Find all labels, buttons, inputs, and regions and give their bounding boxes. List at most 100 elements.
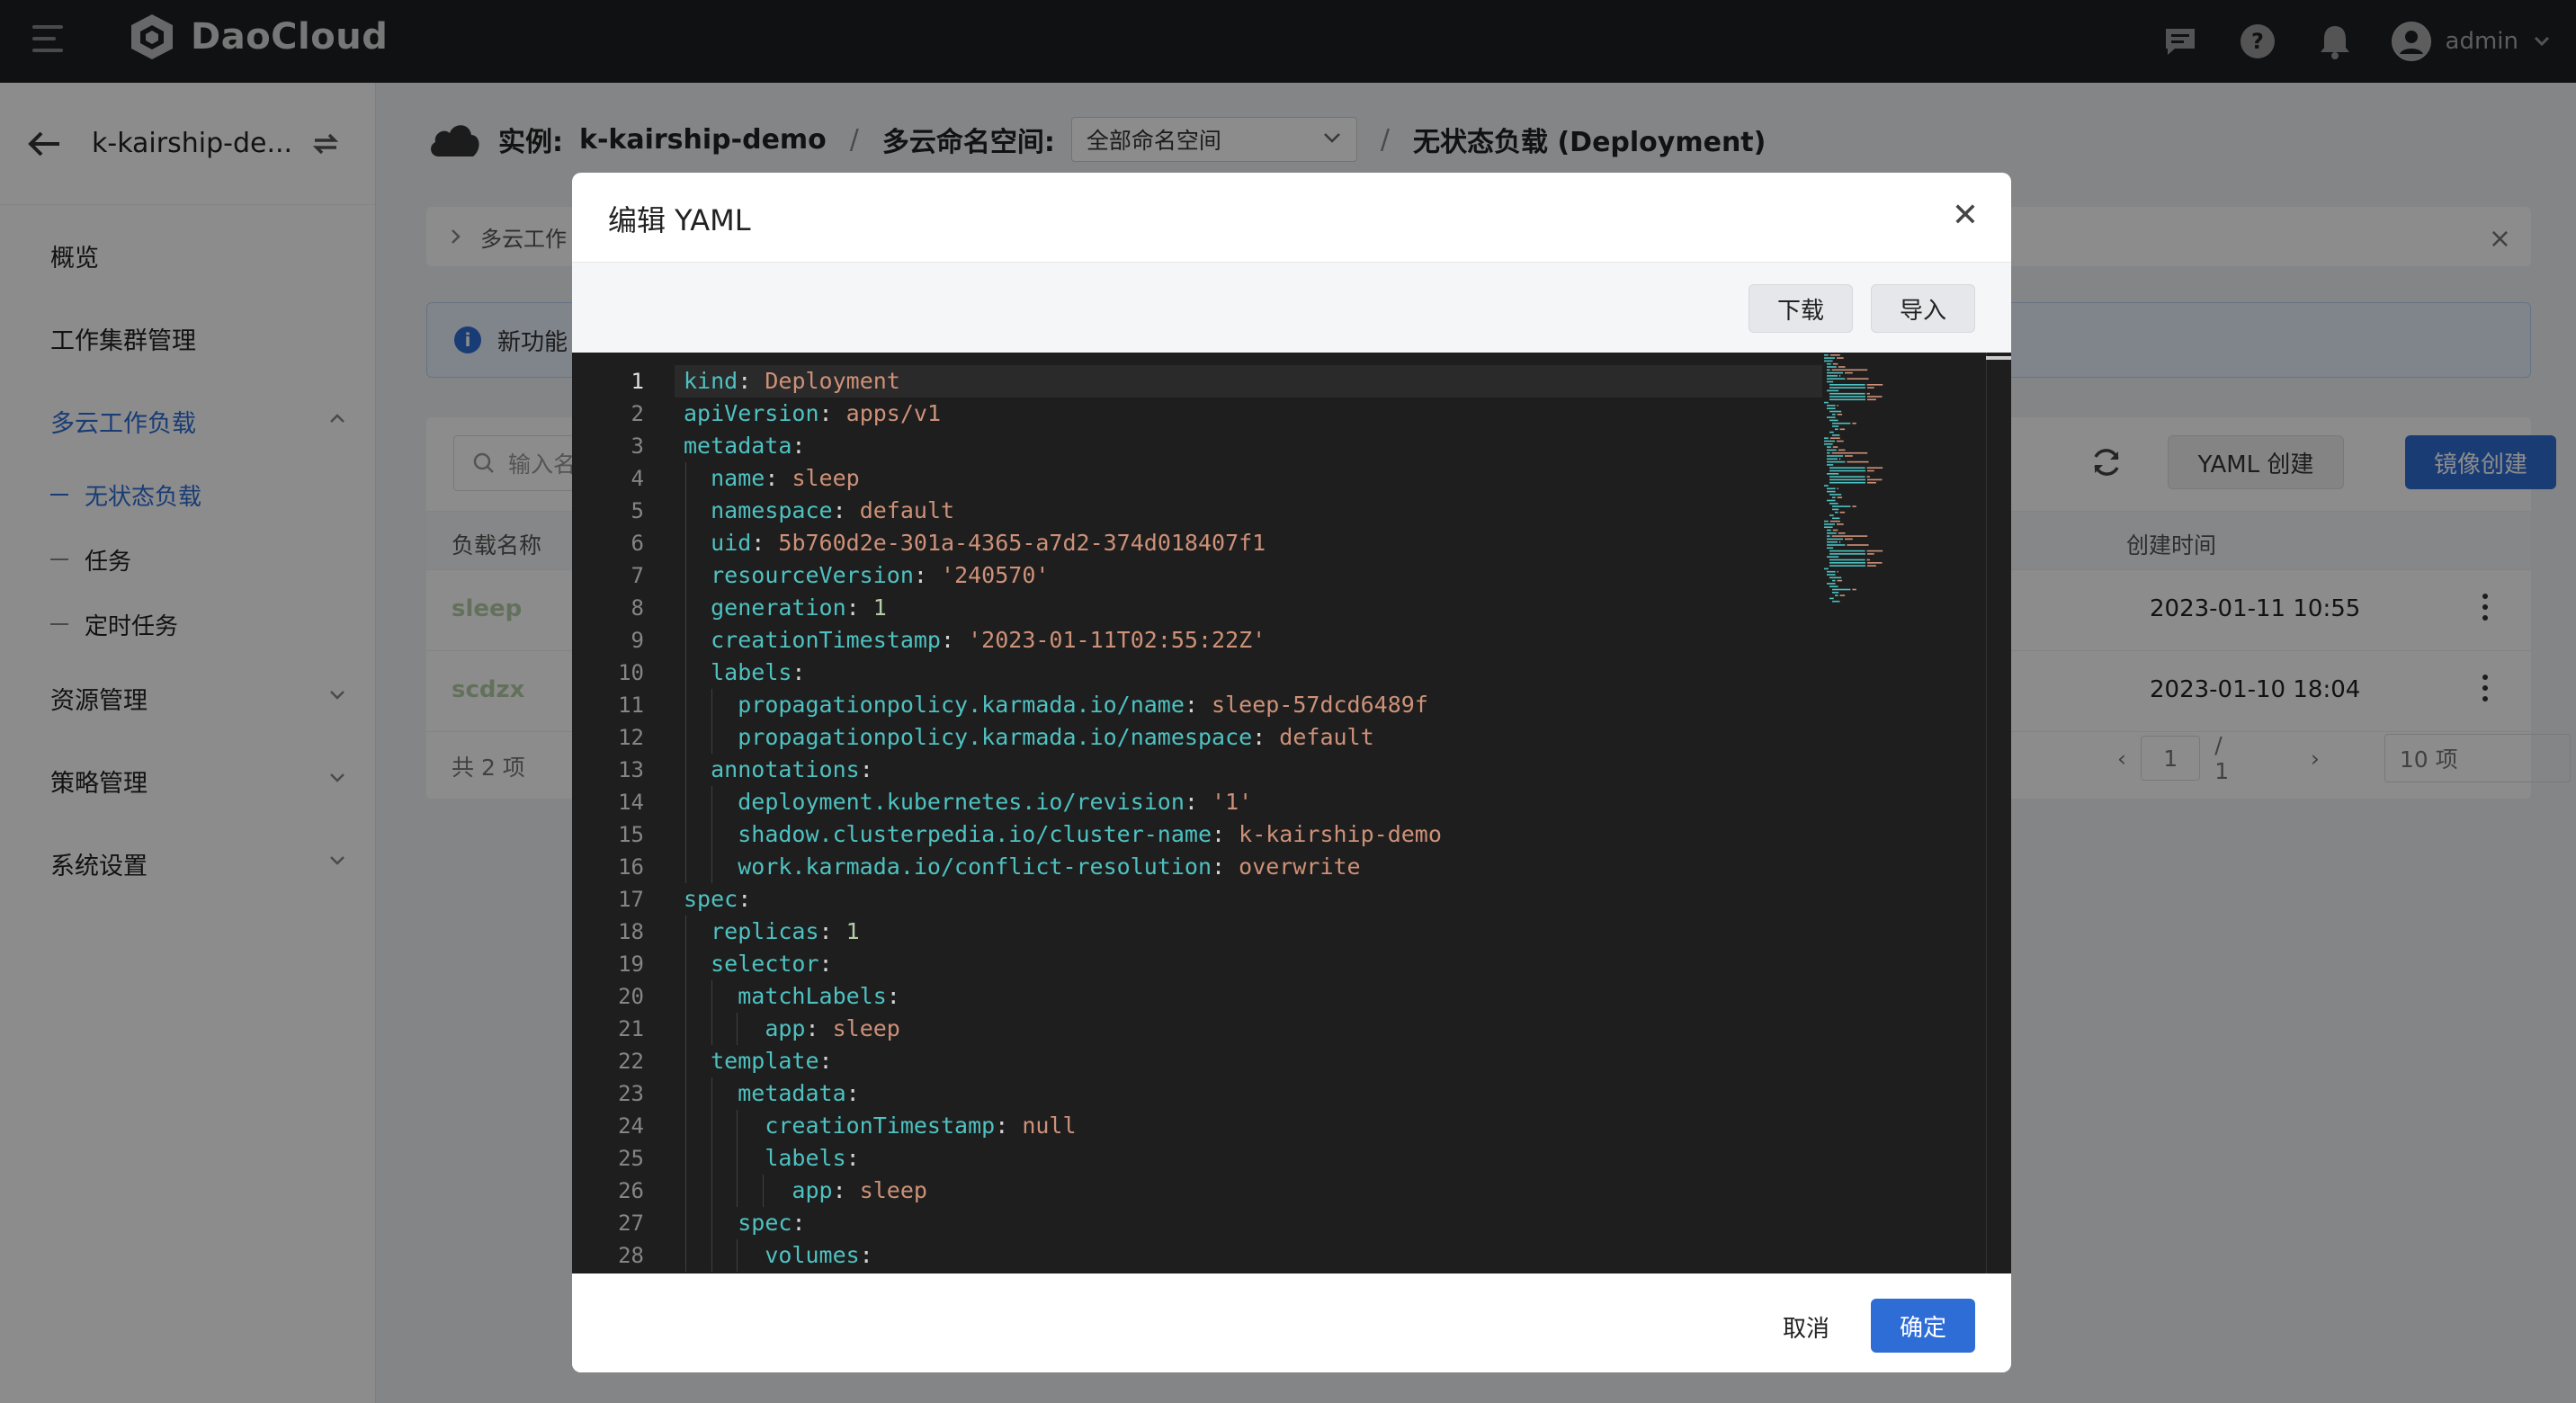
yaml-key: annotations [711,756,860,782]
line-number: 11 [618,693,644,718]
download-button[interactable]: 下载 [1749,284,1853,333]
code-line[interactable]: spec: [684,883,1943,916]
yaml-key: selector [711,951,819,977]
yaml-key: shadow.clusterpedia.io/cluster-name [738,821,1212,847]
line-number: 10 [618,660,644,685]
line-number: 9 [631,628,644,653]
line-number: 27 [618,1211,644,1236]
yaml-value: '2023-01-11T02:55:22Z' [968,627,1266,653]
line-number: 2 [631,401,644,426]
code-line[interactable]: shadow.clusterpedia.io/cluster-name: k-k… [684,818,1943,851]
code-line[interactable]: kind: Deployment [675,365,1822,398]
yaml-key: generation [711,594,846,621]
close-icon[interactable]: ✕ [1952,200,1979,232]
line-number: 19 [618,952,644,977]
code-line[interactable]: labels: [684,657,1943,689]
yaml-value: overwrite [1239,853,1361,880]
modal-title: 编辑 YAML [608,203,751,237]
yaml-value: apps/v1 [845,400,941,426]
code-line[interactable]: work.karmada.io/conflict-resolution: ove… [684,851,1943,883]
code-line[interactable]: generation: 1 [684,592,1943,624]
edit-yaml-modal: 编辑 YAML ✕ 下载 导入 1 2 3 4 5 6 7 8 9 10 11 12 13 14 15 16 1… [572,173,2011,1372]
yaml-key: creationTimestamp [765,1113,996,1139]
yaml-key: propagationpolicy.karmada.io/name [738,692,1185,718]
code-line[interactable]: uid: 5b760d2e-301a-4365-a7d2-374d018407f… [684,527,1943,559]
line-number: 8 [631,595,644,621]
code-line[interactable]: matchLabels: [684,980,1943,1013]
code-line[interactable]: propagationpolicy.karmada.io/name: sleep… [684,689,1943,721]
code-line[interactable]: propagationpolicy.karmada.io/namespace: … [684,721,1943,754]
modal-toolbar: 下载 导入 [572,263,2011,353]
code-area[interactable]: kind: Deployment apiVersion: apps/v1 metad… [675,365,1943,1272]
yaml-key: volumes [765,1242,860,1268]
yaml-value: default [1279,724,1374,750]
yaml-key: spec [684,886,738,912]
yaml-key: creationTimestamp [711,627,941,653]
line-number: 26 [618,1178,644,1203]
code-line[interactable]: app: sleep [684,1013,1943,1045]
line-number-gutter: 1 2 3 4 5 6 7 8 9 10 11 12 13 14 15 16 17 18 19 20 21 22 23 24 2… [572,365,644,1272]
yaml-value: 5b760d2e-301a-4365-a7d2-374d018407f1 [778,530,1266,556]
code-line[interactable]: resourceVersion: '240570' [684,559,1943,592]
code-line[interactable]: apiVersion: apps/v1 [684,398,1943,430]
code-line[interactable]: app: sleep [684,1175,1943,1207]
yaml-value: sleep-57dcd6489f [1212,692,1428,718]
yaml-value: '240570' [941,562,1050,588]
yaml-key: spec [738,1210,792,1236]
code-line[interactable]: labels: [684,1142,1943,1175]
code-line[interactable]: volumes: [684,1239,1943,1272]
yaml-value: k-kairship-demo [1239,821,1442,847]
code-line[interactable]: namespace: default [684,495,1943,527]
yaml-value: sleep [859,1177,927,1203]
yaml-key: work.karmada.io/conflict-resolution [738,853,1212,880]
yaml-key: labels [711,659,792,685]
code-line[interactable]: metadata: [684,1077,1943,1110]
line-number: 5 [631,498,644,523]
code-line[interactable]: deployment.kubernetes.io/revision: '1' [684,786,1943,818]
line-number: 24 [618,1113,644,1139]
code-line[interactable]: selector: [684,948,1943,980]
code-line[interactable]: annotations: [684,754,1943,786]
code-line[interactable]: template: [684,1045,1943,1077]
code-line[interactable]: creationTimestamp: null [684,1110,1943,1142]
line-number: 21 [618,1016,644,1041]
code-line[interactable]: creationTimestamp: '2023-01-11T02:55:22Z… [684,624,1943,657]
line-number: 3 [631,433,644,459]
line-number: 4 [631,466,644,491]
yaml-editor[interactable]: 1 2 3 4 5 6 7 8 9 10 11 12 13 14 15 16 17 18 19 20 21 22 23 24 2… [572,353,2011,1273]
line-number: 17 [618,887,644,912]
import-button[interactable]: 导入 [1871,284,1975,333]
yaml-value: Deployment [765,368,900,394]
yaml-key: name [711,465,765,491]
yaml-value: sleep [832,1015,900,1041]
yaml-key: uid [711,530,752,556]
yaml-value: default [859,497,955,523]
code-line[interactable]: replicas: 1 [684,916,1943,948]
yaml-value: 1 [845,918,860,944]
yaml-key: metadata [738,1080,846,1106]
yaml-key: labels [765,1145,846,1171]
code-line[interactable]: name: sleep [684,462,1943,495]
yaml-key: kind [684,368,738,394]
line-number: 7 [631,563,644,588]
yaml-value: '1' [1212,789,1253,815]
confirm-button[interactable]: 确定 [1871,1299,1975,1353]
yaml-key: metadata [684,433,792,459]
yaml-key: resourceVersion [711,562,914,588]
cancel-button[interactable]: 取消 [1761,1300,1851,1353]
code-line[interactable]: metadata: [684,430,1943,462]
yaml-key: app [792,1177,833,1203]
line-number: 14 [618,790,644,815]
yaml-key: replicas [711,918,819,944]
yaml-key: deployment.kubernetes.io/revision [738,789,1185,815]
modal-header: 编辑 YAML ✕ [572,173,2011,263]
scrollbar-thumb[interactable] [1986,356,2011,360]
minimap[interactable] [1820,353,1928,613]
line-number: 28 [618,1243,644,1268]
editor-scrollbar[interactable] [1986,353,2011,1273]
code-line[interactable]: spec: [684,1207,1943,1239]
line-number: 16 [618,854,644,880]
line-number: 15 [618,822,644,847]
yaml-value: null [1022,1113,1077,1139]
line-number: 25 [618,1146,644,1171]
